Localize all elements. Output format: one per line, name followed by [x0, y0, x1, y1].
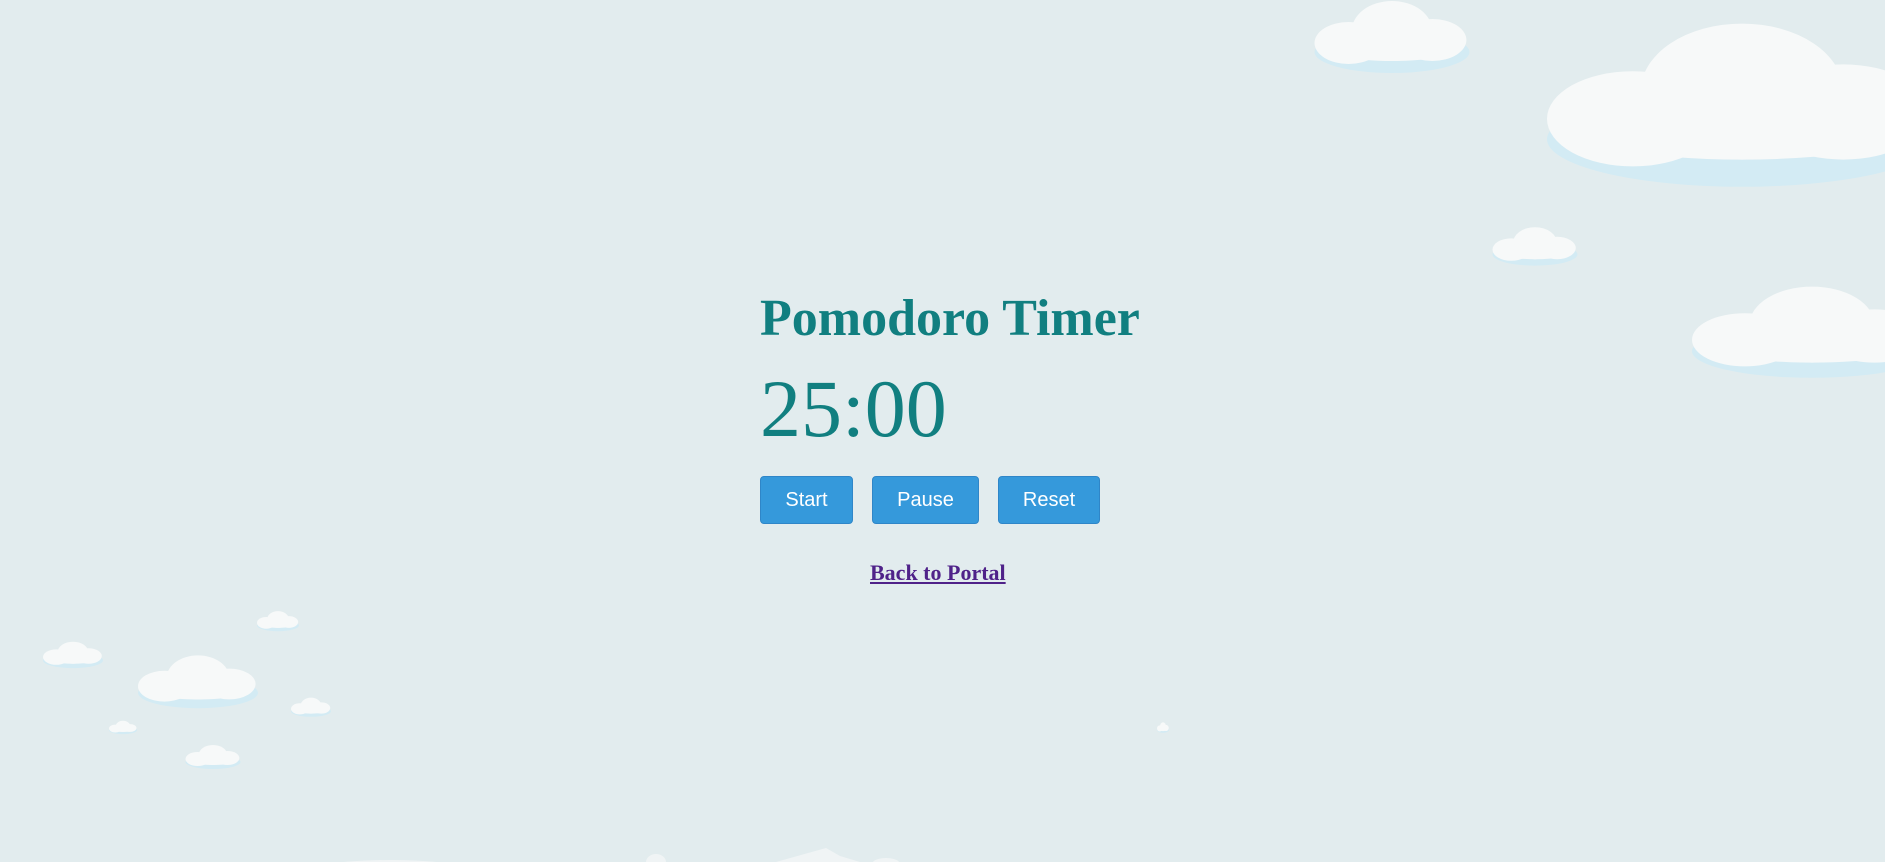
- cloud-icon: [291, 697, 331, 717]
- timer-display: 25:00: [760, 363, 947, 454]
- cloud-icon: [1157, 722, 1169, 733]
- cloud-icon: [1547, 23, 1885, 187]
- timer-controls: Start Pause Reset: [760, 476, 1260, 524]
- bottom-silhouette: [343, 848, 900, 862]
- start-button[interactable]: Start: [760, 476, 853, 524]
- cloud-icon: [1692, 286, 1885, 378]
- cloud-icon: [109, 720, 137, 735]
- cloud-icon: [185, 745, 241, 769]
- cloud-icon: [257, 611, 299, 632]
- cloud-icon: [1314, 1, 1470, 73]
- page-title: Pomodoro Timer: [760, 290, 1140, 347]
- back-to-portal-link[interactable]: Back to Portal: [870, 560, 1006, 586]
- cloud-icon: [1492, 227, 1578, 266]
- pause-button[interactable]: Pause: [872, 476, 979, 524]
- cloud-icon: [43, 641, 103, 669]
- cloud-icon: [138, 655, 258, 709]
- pomodoro-panel: Pomodoro Timer 25:00 Start Pause Reset: [760, 288, 1260, 524]
- reset-button[interactable]: Reset: [998, 476, 1100, 524]
